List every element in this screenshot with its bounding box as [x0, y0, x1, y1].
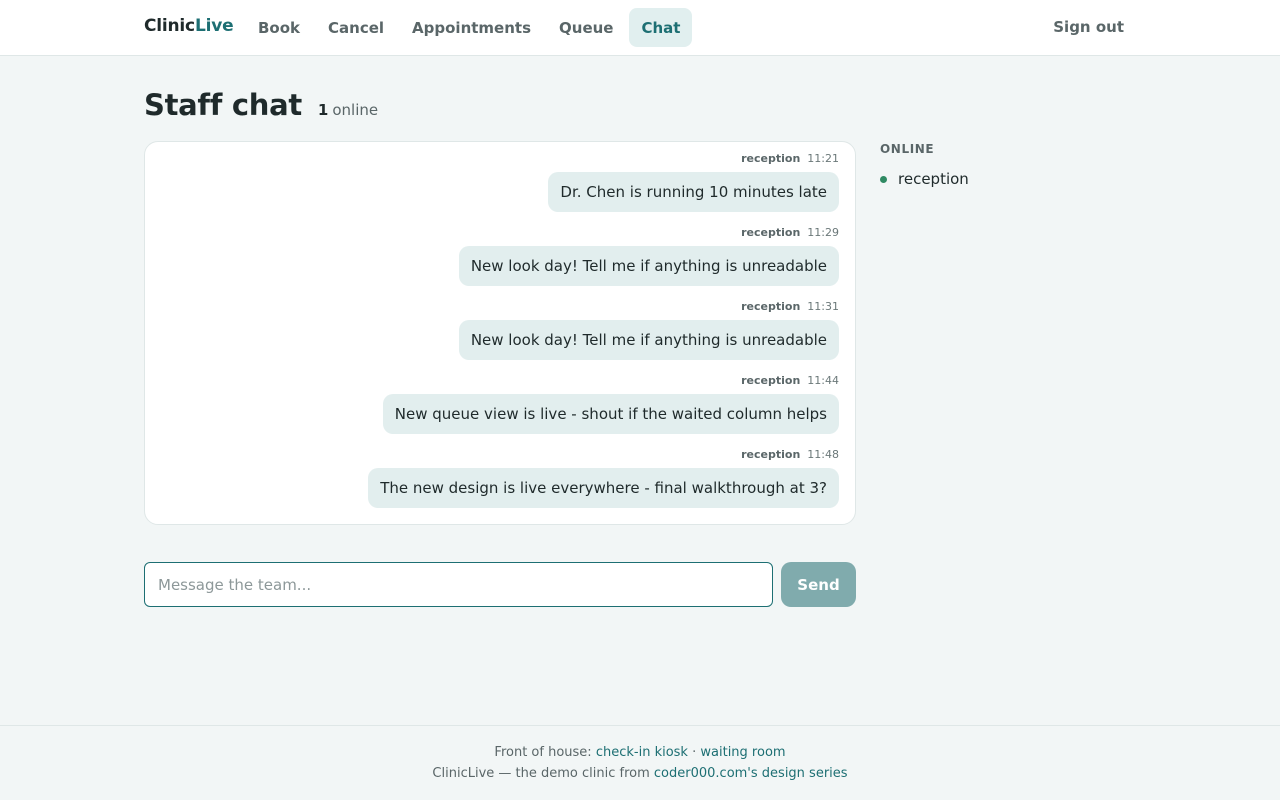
online-user: reception [880, 170, 1140, 188]
footer-link-check-in-kiosk[interactable]: check-in kiosk [596, 745, 688, 760]
message-input[interactable] [144, 562, 773, 607]
message-author: reception [741, 300, 801, 313]
message-time: 11:21 [807, 152, 839, 165]
message-meta: reception 11:29 [741, 226, 839, 240]
page-title: Staff chat [144, 88, 302, 122]
footer-front-of-house-label: Front of house: [494, 745, 592, 760]
nav-item-queue[interactable]: Queue [547, 8, 625, 47]
page-footer: Front of house: check-in kiosk · waiting… [0, 725, 1280, 800]
send-button[interactable]: Send [781, 562, 856, 607]
message-author: reception [741, 152, 801, 165]
chat-message: reception 11:48 The new design is live ev… [368, 448, 839, 508]
main-nav: Book Cancel Appointments Queue Chat [246, 8, 696, 47]
brand-logo-live: Live [194, 16, 234, 36]
chat-message: reception 11:31 New look day! Tell me if … [458, 300, 839, 360]
message-author: reception [741, 374, 801, 387]
footer-separator: · [692, 745, 697, 760]
message-meta: reception 11:21 [741, 152, 839, 166]
online-users-panel: ONLINE reception [880, 142, 1140, 188]
message-time: 11:31 [807, 300, 839, 313]
online-count-label: online [332, 101, 379, 119]
online-count: 1 online [318, 101, 378, 119]
nav-item-chat[interactable]: Chat [629, 8, 693, 47]
footer-line-front-of-house: Front of house: check-in kiosk · waiting… [0, 745, 1280, 760]
message-bubble: The new design is live everywhere - fina… [368, 468, 839, 508]
message-author: reception [741, 226, 801, 239]
message-time: 11:29 [807, 226, 839, 239]
message-meta: reception 11:48 [741, 448, 839, 462]
nav-item-cancel[interactable]: Cancel [316, 8, 396, 47]
online-status-dot-icon [880, 175, 887, 183]
footer-link-design-series[interactable]: coder000.com's design series [654, 766, 848, 781]
online-user-name: reception [898, 170, 969, 188]
footer-line-credits: ClinicLive — the demo clinic from coder0… [0, 766, 1280, 781]
message-bubble: New queue view is live - shout if the wa… [382, 394, 839, 434]
message-time: 11:48 [807, 448, 839, 461]
online-count-number: 1 [317, 101, 329, 119]
message-bubble: New look day! Tell me if anything is unr… [458, 246, 839, 286]
message-author: reception [741, 448, 801, 461]
nav-item-book[interactable]: Book [246, 8, 312, 47]
nav-item-appointments[interactable]: Appointments [400, 8, 543, 47]
brand-logo-clinic: Clinic [144, 16, 195, 36]
footer-link-waiting-room[interactable]: waiting room [700, 745, 785, 760]
message-bubble: New look day! Tell me if anything is unr… [458, 320, 839, 360]
message-meta: reception 11:31 [741, 300, 839, 314]
chat-message: reception 11:44 New queue view is live - … [382, 374, 839, 434]
message-time: 11:44 [807, 374, 839, 387]
brand-logo[interactable]: ClinicLive [144, 16, 234, 36]
sign-out-link[interactable]: Sign out [1053, 18, 1124, 36]
message-bubble: Dr. Chen is running 10 minutes late [548, 172, 839, 212]
footer-credits-text: ClinicLive — the demo clinic from [432, 766, 650, 781]
chat-message: reception 11:29 New look day! Tell me if … [458, 226, 839, 286]
page-header: Staff chat 1 online [144, 88, 378, 122]
chat-messages-panel[interactable]: reception 11:21 Dr. Chen is running 10 mi… [144, 141, 856, 525]
top-nav-bar: ClinicLive Book Cancel Appointments Queu… [0, 0, 1280, 56]
chat-message: reception 11:21 Dr. Chen is running 10 mi… [548, 152, 839, 212]
message-meta: reception 11:44 [741, 374, 839, 388]
online-heading: ONLINE [880, 142, 935, 156]
